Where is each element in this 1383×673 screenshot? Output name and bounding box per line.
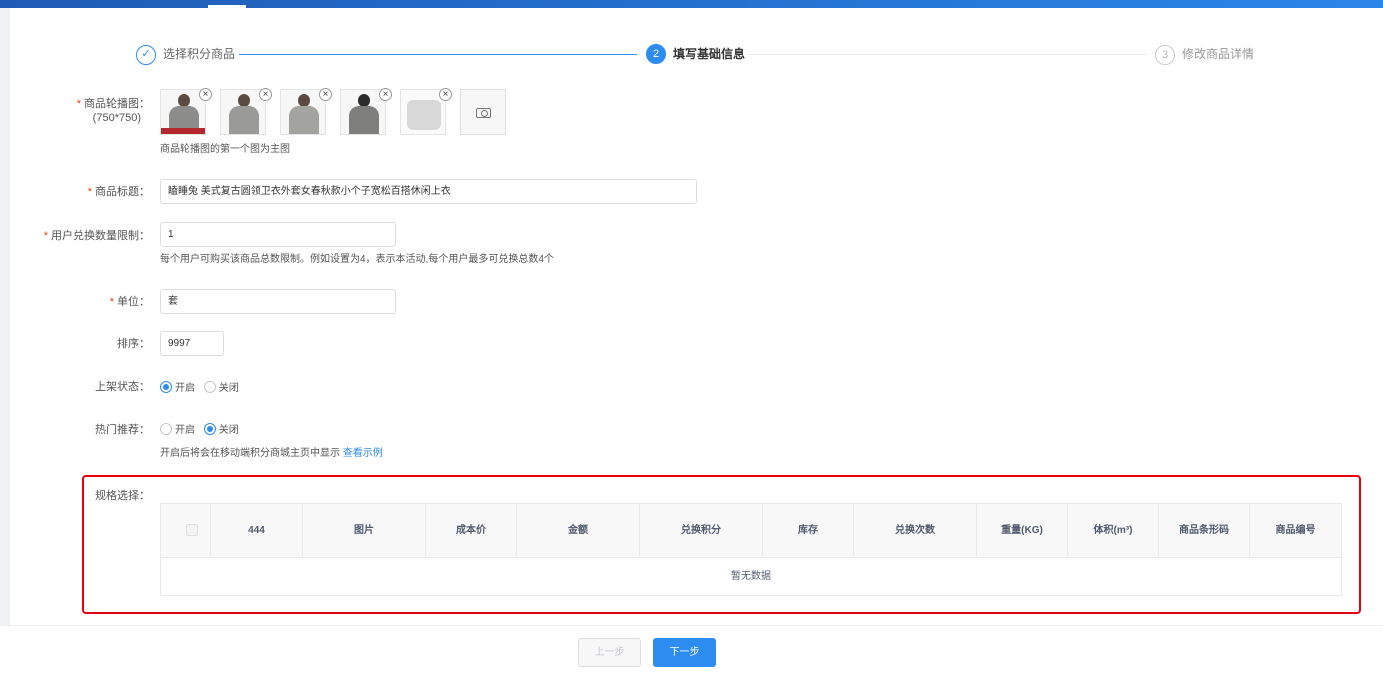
spec-table: 444 图片 成本价 金额 兑换积分 库存 兑换次数 重量(KG) 体积(m³)… (160, 503, 1342, 596)
carousel-label: * 商品轮播图： (76, 98, 150, 110)
shelf-status-on-label: 开启 (175, 383, 195, 394)
title-input[interactable]: 瞌睡兔 美式复古圆领卫衣外套女春秋款小个子宽松百搭休闲上衣 (160, 179, 697, 204)
radio-checked-icon[interactable] (203, 423, 216, 435)
spec-label: 规格选择： (95, 490, 150, 502)
shelf-status-off-option[interactable]: 关闭 (203, 381, 239, 394)
limit-label: * 用户兑换数量限制： (43, 230, 150, 242)
upload-image-button[interactable] (460, 89, 506, 135)
step-1-check-icon: ✓ (136, 45, 156, 65)
column-header: 商品条形码 (1159, 504, 1250, 558)
column-header: 重量(KG) (977, 504, 1068, 558)
view-example-link[interactable]: 查看示例 (343, 448, 383, 459)
carousel-size-hint: (750*750) (92, 112, 141, 124)
step-1-title: 选择积分商品 (163, 47, 236, 61)
select-all-header (161, 504, 211, 558)
hot-on-label: 开启 (175, 425, 195, 436)
limit-input[interactable]: 1 (160, 222, 396, 247)
radio-unchecked-icon[interactable] (203, 381, 216, 393)
shelf-status-off-label: 关闭 (218, 383, 239, 394)
empty-table-text: 暂无数据 (731, 571, 771, 582)
step-line-2 (747, 54, 1147, 55)
left-strip (0, 8, 10, 625)
shelf-status-label: 上架状态： (95, 381, 150, 393)
radio-checked-icon[interactable] (160, 381, 172, 393)
hot-off-label: 关闭 (218, 425, 239, 436)
unit-label-text: 单位： (117, 296, 150, 308)
unit-label: * 单位： (109, 296, 150, 308)
column-header: 444 (211, 504, 303, 558)
column-header: 兑换次数 (854, 504, 977, 558)
hot-hint-text: 开启后将会在移动端积分商城主页中显示 (160, 448, 340, 459)
step-3-title: 修改商品详情 (1182, 47, 1255, 61)
title-label: * 商品标题： (87, 186, 150, 198)
select-all-checkbox[interactable] (186, 524, 198, 536)
previous-step-button[interactable]: 上一步 (578, 638, 641, 667)
next-step-button[interactable]: 下一步 (653, 638, 716, 667)
column-header: 库存 (763, 504, 854, 558)
column-header: 体积(m³) (1068, 504, 1159, 558)
sort-input[interactable]: 9997 (160, 331, 224, 356)
remove-image-5-close-icon[interactable]: × (439, 88, 452, 101)
spec-table-header: 444 图片 成本价 金额 兑换积分 库存 兑换次数 重量(KG) 体积(m³)… (161, 504, 1341, 558)
shelf-status-radio-group: 开启 关闭 (160, 381, 245, 396)
top-nav-bar (0, 0, 1383, 8)
shelf-status-on-option[interactable]: 开启 (160, 381, 195, 394)
limit-label-text: 用户兑换数量限制： (51, 230, 150, 242)
step-2-index: 2 (646, 44, 666, 64)
remove-image-3-close-icon[interactable]: × (319, 88, 332, 101)
carousel-label-text: 商品轮播图： (84, 98, 150, 110)
remove-image-2-close-icon[interactable]: × (259, 88, 272, 101)
carousel-hint: 商品轮播图的第一个图为主图 (160, 144, 290, 155)
column-header: 成本价 (426, 504, 517, 558)
hot-off-option[interactable]: 关闭 (203, 423, 239, 436)
hot-radio-group: 开启 关闭 (160, 423, 245, 438)
step-3-index: 3 (1155, 45, 1175, 65)
limit-hint: 每个用户可购买该商品总数限制。例如设置为4，表示本活动,每个用户最多可兑换总数4… (160, 254, 554, 265)
remove-image-1-close-icon[interactable]: × (199, 88, 212, 101)
remove-image-4-close-icon[interactable]: × (379, 88, 392, 101)
column-header: 兑换积分 (640, 504, 763, 558)
unit-input[interactable]: 套 (160, 289, 396, 314)
hot-on-option[interactable]: 开启 (160, 423, 195, 436)
title-label-text: 商品标题： (95, 186, 150, 198)
column-header: 图片 (303, 504, 426, 558)
camera-icon (476, 108, 491, 118)
column-header: 商品编号 (1275, 525, 1316, 536)
radio-unchecked-icon[interactable] (160, 423, 172, 435)
sort-label: 排序： (117, 338, 150, 350)
hot-hint: 开启后将会在移动端积分商城主页中显示 查看示例 (160, 448, 383, 460)
step-line-1 (239, 54, 637, 55)
column-header: 金额 (517, 504, 640, 558)
step-2-title: 填写基础信息 (673, 47, 746, 61)
hot-label: 热门推荐： (95, 424, 150, 436)
